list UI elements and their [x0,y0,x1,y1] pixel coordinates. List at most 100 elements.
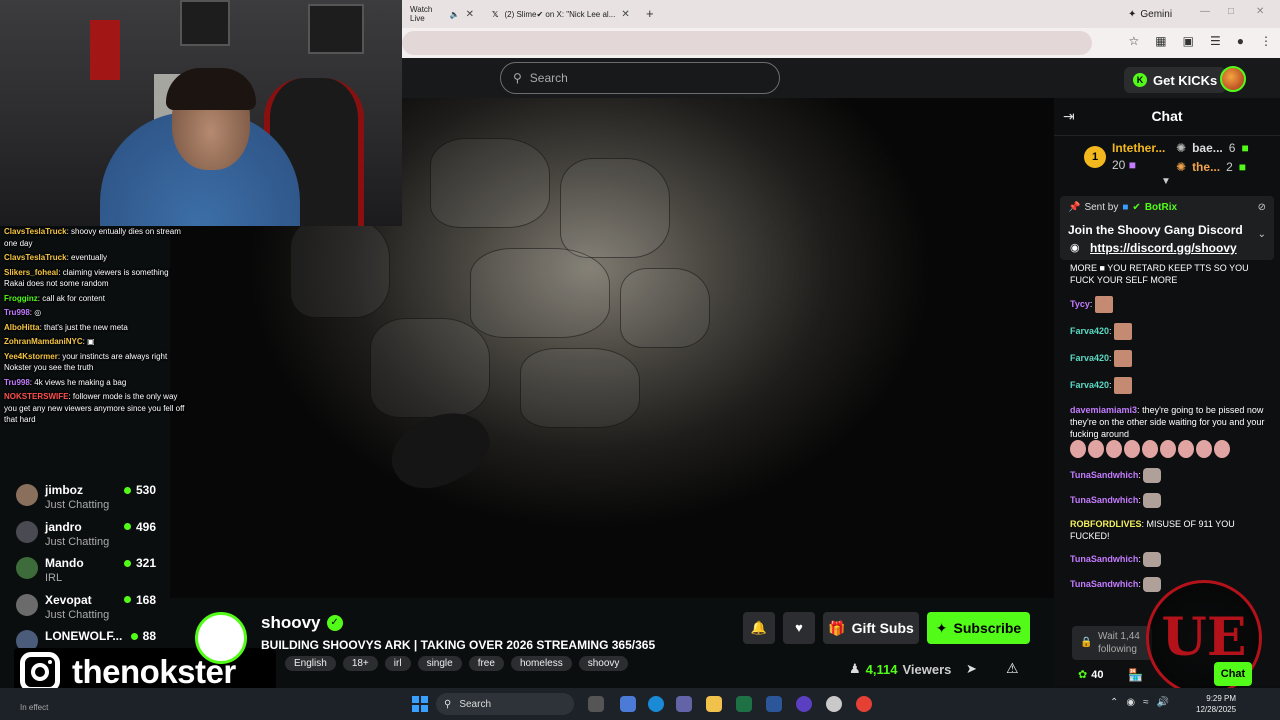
stream-tag[interactable]: single [417,656,462,671]
discord-link[interactable]: https://discord.gg/shoovy [1090,241,1237,255]
network-icon[interactable]: ◉ [1126,697,1135,708]
stream-tag[interactable]: free [468,656,504,671]
channel-name: Xevopat [45,592,92,607]
notification-bell-button[interactable]: 🔔 [743,612,775,644]
teams-icon[interactable] [676,696,692,712]
chat-username[interactable]: davemiamiami3 [1070,405,1137,415]
overlay-chat-text: ▣ [87,337,95,346]
chat-username[interactable]: Farva420 [1070,380,1109,390]
clock-date: 12/28/2025 [1196,705,1237,714]
taskbar-clock[interactable]: 9:29 PM 12/28/2025 [1196,693,1236,715]
get-kicks-button[interactable]: K Get KICKs [1124,67,1227,93]
bookmark-star-icon[interactable]: ☆ [1129,34,1140,48]
expand-leaderboard-icon[interactable]: ▼ [1161,176,1171,187]
taskbar-search[interactable]: ⚲ Search [436,693,574,715]
leaderboard-second[interactable]: ✺ bae... 6 ■ [1176,141,1249,155]
chrome-icon[interactable] [856,696,872,712]
stream-tag[interactable]: irl [384,656,411,671]
copilot-icon[interactable] [620,696,636,712]
bot-name[interactable]: BotRix [1145,202,1177,213]
overlay-chat-user: Yee4Kstormer [4,351,58,361]
hide-pinned-icon[interactable]: ⊘ [1258,202,1266,213]
menu-icon[interactable]: ⋮ [1260,34,1272,48]
overlay-chat-user: ClavsTeslaTruck [4,227,67,236]
tab-x-post[interactable]: 𝕏 (2) Slime✔ on X: "Nick Lee al... ✕ [484,4,640,24]
chat-username[interactable]: Farva420 [1070,326,1109,336]
pepe-emote [1088,440,1104,458]
windows-start-icon[interactable] [412,696,428,712]
chat-username[interactable]: ROBFORDLIVES [1070,519,1142,529]
overlay-chat-user: ClavsTeslaTruck [4,253,67,262]
subscribe-button[interactable]: ✦ Subscribe [927,612,1030,644]
chat-username[interactable]: TunaSandwhich [1070,554,1138,564]
app-icon[interactable] [766,696,782,712]
stream-tag[interactable]: 18+ [342,656,378,671]
volume-icon[interactable]: 🔊 [1157,697,1169,708]
streamer-name[interactable]: shoovy [261,613,321,633]
task-view-icon[interactable] [588,696,604,712]
overlay-chat-message: Yee4Kstormer: your instincts are always … [4,351,168,373]
chevron-down-icon[interactable]: ⌄ [1258,229,1266,240]
pepe-emote [1178,440,1194,458]
store-icon[interactable]: 🏪 [1128,668,1143,682]
chevron-up-icon[interactable]: ⌃ [1110,697,1118,708]
streamer-avatar[interactable] [195,612,247,664]
sidebar-channel[interactable]: Xevopat Just Chatting 168 [0,590,170,627]
app-icon[interactable] [826,696,842,712]
sidebar-channel[interactable]: jimboz Just Chatting 530 [0,480,170,517]
overlay-chat-message: AlboHitta: that's just the new meta [4,322,128,332]
kicks-icon: K [1133,73,1147,87]
share-icon[interactable]: ➤ [966,661,977,677]
stream-tag[interactable]: shoovy [578,656,629,671]
chat-username[interactable]: TunaSandwhich [1070,495,1138,505]
chat-message: Tycy: [1070,296,1270,313]
maximize-icon[interactable]: □ [1228,6,1234,17]
search-icon: ⚲ [444,698,452,710]
chat-username[interactable]: Farva420 [1070,353,1109,363]
chat-input-locked[interactable]: 🔒 Wait 1,44 following [1072,626,1152,660]
stream-tag[interactable]: English [285,656,336,671]
close-tab-icon[interactable]: ✕ [466,9,474,20]
overlay-chat-user: Tru998 [4,308,30,317]
media-icon[interactable]: ☰ [1210,34,1221,48]
stream-tag[interactable]: homeless [510,656,572,671]
chat-username[interactable]: TunaSandwhich [1070,470,1138,480]
gift-leaderboard: 1 Intether... 20 ■ ✺ bae... 6 ■ ✺ the...… [1054,136,1280,192]
speaker-icon[interactable]: 🔈 [450,10,460,19]
url-field[interactable] [402,31,1092,55]
gemini-button[interactable]: ✦ Gemini [1120,5,1180,23]
leaderboard-first-count-value: 20 [1112,158,1126,172]
rank-1-badge: 1 [1084,146,1106,168]
user-avatar[interactable] [1220,66,1246,92]
chat-username[interactable]: TunaSandwhich [1070,579,1138,589]
report-icon[interactable]: ⚠ [1006,660,1019,677]
close-tab-icon[interactable]: ✕ [621,9,629,20]
send-chat-button[interactable]: Chat [1214,662,1252,686]
minimize-icon[interactable]: — [1200,6,1210,17]
sidebar-channel[interactable]: Mando IRL 321 [0,553,170,590]
channel-avatar [16,520,38,543]
sidebar-channel[interactable]: jandro Just Chatting 496 [0,517,170,554]
edge-icon[interactable] [648,696,664,712]
leaderboard-third[interactable]: ✺ the... 2 ■ [1176,160,1246,174]
wifi-icon[interactable]: ≈ [1143,697,1149,708]
subscribe-label: Subscribe [953,620,1022,636]
file-explorer-icon[interactable] [706,696,722,712]
gift-subs-button[interactable]: 🎁 Gift Subs [823,612,919,644]
profile-icon[interactable]: ● [1237,34,1244,48]
extensions-icon[interactable]: ▦ [1155,34,1166,48]
excel-icon[interactable] [736,696,752,712]
cast-icon[interactable]: ▣ [1183,34,1194,48]
follow-button[interactable]: ♥ [783,612,815,644]
close-window-icon[interactable]: ✕ [1256,6,1264,17]
obs-icon[interactable] [796,696,812,712]
tab-watch-live[interactable]: Watch Live 🔈 ✕ [402,4,482,24]
leaderboard-first-name[interactable]: Intether... [1112,141,1165,155]
windows-taskbar: In effect ⚲ Search ⌃ ◉ ≈ 🔊 9:29 PM 12/28… [0,688,1280,720]
chat-username[interactable]: Tycy [1070,299,1090,309]
gemini-label: Gemini [1140,8,1173,20]
viewers-icon: ♟ [849,661,861,676]
plus-icon[interactable]: + [646,6,654,21]
search-input[interactable]: ⚲ Search [500,62,780,94]
sparkle-icon: ✦ [1128,8,1137,20]
